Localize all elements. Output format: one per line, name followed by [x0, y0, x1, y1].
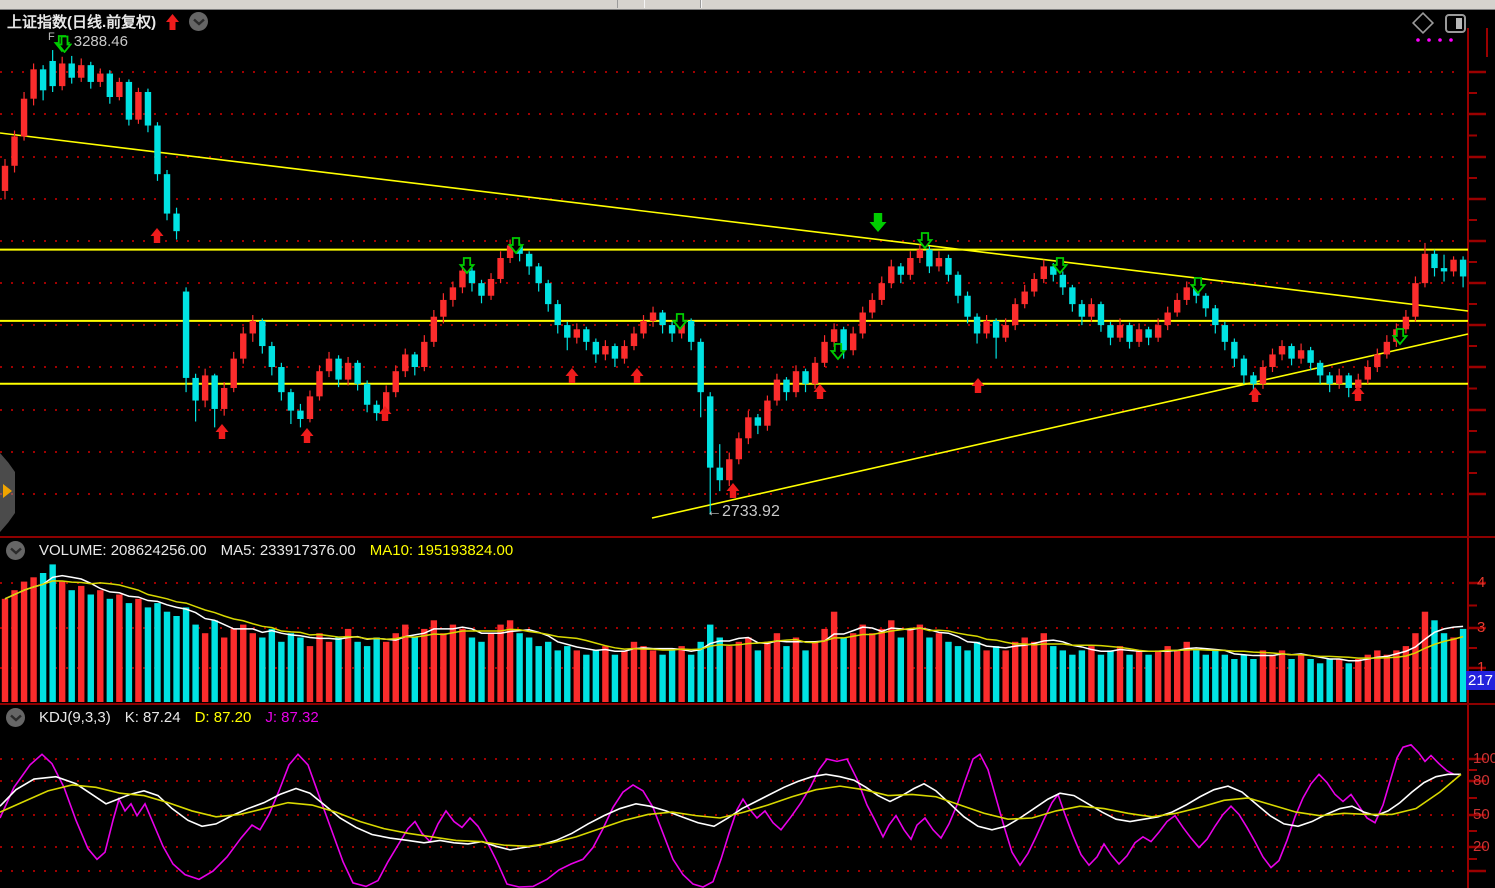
buy-arrow — [1249, 387, 1262, 402]
kdj-d-value: D: 87.20 — [195, 709, 252, 726]
buy-arrow — [566, 368, 579, 383]
axis-value-label: 4 — [1477, 574, 1485, 591]
trendline[interactable] — [0, 133, 1468, 311]
chart-canvas[interactable] — [0, 0, 1495, 888]
buy-arrow — [151, 228, 164, 243]
collapse-volume-button[interactable] — [6, 541, 25, 560]
axis-value-label: 3 — [1477, 619, 1485, 636]
volume-ma10-label: MA10: — [370, 542, 413, 559]
chart-corner-tools — [1410, 10, 1470, 44]
kdj-label: KDJ(9,3,3) — [39, 709, 111, 726]
trendline[interactable] — [652, 334, 1468, 518]
expand-triangle-icon — [3, 484, 12, 498]
diamond-tool-icon[interactable] — [1413, 13, 1433, 33]
high-price-annotation: F 3288.46 — [48, 33, 128, 53]
volume-value: 208624256.00 — [111, 542, 207, 559]
kdj-j-value: J: 87.32 — [265, 709, 318, 726]
collapse-kdj-button[interactable] — [6, 708, 25, 727]
magenta-dot — [1449, 38, 1453, 42]
volume-ma5-label: MA5: — [221, 542, 256, 559]
kdj-k-value: K: 87.24 — [125, 709, 181, 726]
instrument-title: 上证指数(日线.前复权) — [7, 11, 156, 32]
panel-layout-icon[interactable] — [1446, 15, 1465, 32]
buy-arrow — [972, 378, 985, 393]
buy-arrow — [301, 428, 314, 443]
buy-arrow — [1352, 386, 1365, 401]
magenta-dot — [1438, 38, 1442, 42]
axis-value-label: 80 — [1473, 772, 1490, 789]
axis-value-label: 20 — [1473, 838, 1490, 855]
axis-value-label: 50 — [1473, 806, 1490, 823]
high-marker: F — [48, 31, 55, 43]
volume-panel-header: VOLUME: 208624256.00 MA5: 233917376.00 M… — [6, 541, 513, 560]
kdj-d-line — [0, 774, 1461, 846]
buy-arrow — [379, 406, 392, 421]
sell-arrow-icon — [57, 35, 72, 53]
current-volume-badge: 217 — [1466, 671, 1495, 690]
volume-ma5-value: 233917376.00 — [260, 542, 356, 559]
buy-arrow — [727, 483, 740, 498]
buy-arrow — [631, 368, 644, 383]
magenta-dot — [1427, 38, 1431, 42]
volume-label: VOLUME: — [39, 542, 107, 559]
trading-app-window: 上证指数(日线.前复权) F 3288.46 ←2733.92 — [0, 0, 1495, 888]
high-price-label: 3288.46 — [74, 33, 128, 50]
collapse-main-button[interactable] — [189, 12, 208, 31]
axis-value-label: 100 — [1473, 750, 1495, 767]
main-chart-header: 上证指数(日线.前复权) — [7, 11, 208, 32]
kdj-k-line — [0, 774, 1461, 850]
volume-ma10-value: 195193824.00 — [417, 542, 513, 559]
kdj-panel-header: KDJ(9,3,3) K: 87.24 D: 87.20 J: 87.32 — [6, 708, 319, 727]
magenta-dot — [1416, 38, 1420, 42]
buy-arrow — [216, 424, 229, 439]
low-price-annotation: ←2733.92 — [706, 503, 780, 521]
volume-bars[interactable] — [2, 564, 1466, 702]
signal-arrows — [56, 36, 1407, 498]
up-arrow-icon — [164, 13, 181, 31]
sell-arrow-solid — [870, 213, 887, 232]
panel-layout-icon-fill — [1456, 18, 1462, 29]
